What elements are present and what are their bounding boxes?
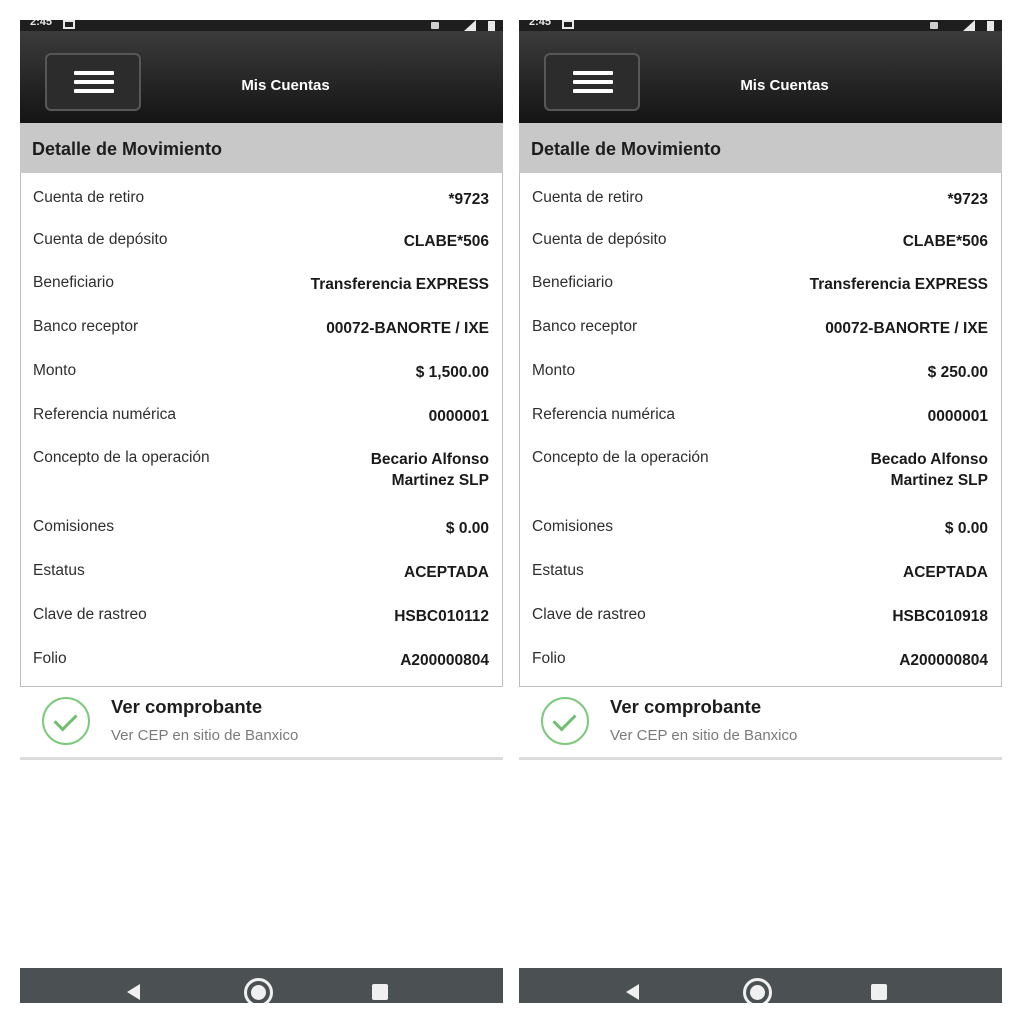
- status-value: ACEPTADA: [903, 564, 988, 581]
- detail-value: $ 1,500.00: [415, 364, 489, 381]
- detail-label: Referencia numérica: [33, 406, 177, 423]
- status-time: 2:45: [529, 20, 552, 28]
- battery-icon: [987, 21, 994, 31]
- detail-label: Estatus: [33, 562, 85, 579]
- detail-label: Monto: [33, 362, 77, 379]
- receipt-title: Ver comprobante: [111, 696, 263, 717]
- recent-apps-icon[interactable]: [871, 984, 887, 1000]
- status-value: ACEPTADA: [404, 564, 489, 581]
- detail-value: A200000804: [899, 652, 988, 669]
- detail-value: $ 0.00: [944, 520, 988, 537]
- divider: [20, 757, 503, 760]
- detail-label: Comisiones: [33, 518, 114, 535]
- status-bar: 2:45: [20, 20, 503, 31]
- detail-label: Referencia numérica: [532, 406, 676, 423]
- movement-detail-card: Cuenta de retiro *9723 Cuenta de depósit…: [20, 173, 503, 687]
- status-icons: [924, 20, 994, 31]
- status-time: 2:45: [30, 20, 53, 28]
- page-title: Mis Cuentas: [740, 77, 829, 94]
- detail-value: CLABE*506: [902, 233, 988, 250]
- image-notification-icon: [63, 20, 75, 29]
- detail-label: Concepto de la operación: [532, 449, 709, 466]
- detail-value: 0000001: [927, 408, 988, 425]
- detail-value: *9723: [448, 191, 489, 208]
- detail-label: Cuenta de depósito: [532, 231, 667, 248]
- detail-value: CLABE*506: [403, 233, 489, 250]
- home-icon[interactable]: [244, 978, 273, 1003]
- detail-value: 0000001: [428, 408, 489, 425]
- receipt-title: Ver comprobante: [610, 696, 762, 717]
- movement-detail-card: Cuenta de retiro *9723 Cuenta de depósit…: [519, 173, 1002, 687]
- section-title: Detalle de Movimiento: [531, 139, 722, 159]
- status-bar: 2:45: [519, 20, 1002, 31]
- check-circle-icon: [42, 697, 90, 745]
- detail-value: Becado Alfonso Martinez SLP: [870, 451, 988, 489]
- detail-value: Becario Alfonso Martinez SLP: [370, 451, 489, 489]
- detail-value: 00072-BANORTE / IXE: [825, 320, 988, 337]
- battery-icon: [488, 21, 495, 31]
- detail-label: Beneficiario: [532, 274, 613, 291]
- view-receipt-button[interactable]: Ver comprobante Ver CEP en sitio de Banx…: [519, 687, 1002, 757]
- back-icon[interactable]: [626, 984, 639, 1000]
- signal-icon: [963, 20, 975, 31]
- detail-label: Folio: [532, 650, 566, 667]
- back-icon[interactable]: [127, 984, 140, 1000]
- detail-value: $ 0.00: [445, 520, 489, 537]
- detail-label: Folio: [33, 650, 67, 667]
- detail-value: A200000804: [400, 652, 489, 669]
- receipt-subtitle: Ver CEP en sitio de Banxico: [610, 727, 798, 744]
- detail-label: Cuenta de retiro: [33, 189, 145, 206]
- divider: [519, 757, 1002, 760]
- section-header: Detalle de Movimiento: [20, 123, 503, 173]
- notification-icon: [930, 22, 938, 29]
- detail-label: Beneficiario: [33, 274, 114, 291]
- android-nav-bar: [20, 968, 503, 1003]
- detail-label: Concepto de la operación: [33, 449, 210, 466]
- detail-value: Transferencia EXPRESS: [310, 276, 489, 293]
- detail-value: $ 250.00: [927, 364, 988, 381]
- detail-label: Clave de rastreo: [33, 606, 147, 623]
- detail-value: Transferencia EXPRESS: [809, 276, 988, 293]
- detail-value: 00072-BANORTE / IXE: [326, 320, 489, 337]
- detail-label: Clave de rastreo: [532, 606, 646, 623]
- detail-label: Cuenta de retiro: [532, 189, 644, 206]
- detail-label: Monto: [532, 362, 576, 379]
- detail-value: HSBC010112: [394, 608, 489, 625]
- detail-value: HSBC010918: [892, 608, 988, 625]
- detail-label: Banco receptor: [33, 318, 139, 335]
- notification-icon: [431, 22, 439, 29]
- detail-label: Banco receptor: [532, 318, 638, 335]
- detail-value: *9723: [947, 191, 988, 208]
- detail-label: Cuenta de depósito: [33, 231, 168, 248]
- status-icons: [425, 20, 495, 31]
- section-title: Detalle de Movimiento: [32, 139, 223, 159]
- detail-label: Estatus: [532, 562, 584, 579]
- phone-screen-left: 2:45 Mis Cuentas Detalle de Movimiento C…: [20, 20, 503, 1003]
- section-header: Detalle de Movimiento: [519, 123, 1002, 173]
- image-notification-icon: [562, 20, 574, 29]
- android-nav-bar: [519, 968, 1002, 1003]
- receipt-subtitle: Ver CEP en sitio de Banxico: [111, 727, 299, 744]
- check-circle-icon: [541, 697, 589, 745]
- signal-icon: [464, 20, 476, 31]
- phone-screen-right: 2:45 Mis Cuentas Detalle de Movimiento C…: [519, 20, 1002, 1003]
- detail-label: Comisiones: [532, 518, 613, 535]
- recent-apps-icon[interactable]: [372, 984, 388, 1000]
- app-bar: Mis Cuentas: [519, 31, 1002, 123]
- app-bar: Mis Cuentas: [20, 31, 503, 123]
- home-icon[interactable]: [743, 978, 772, 1003]
- view-receipt-button[interactable]: Ver comprobante Ver CEP en sitio de Banx…: [20, 687, 503, 757]
- page-title: Mis Cuentas: [241, 77, 330, 94]
